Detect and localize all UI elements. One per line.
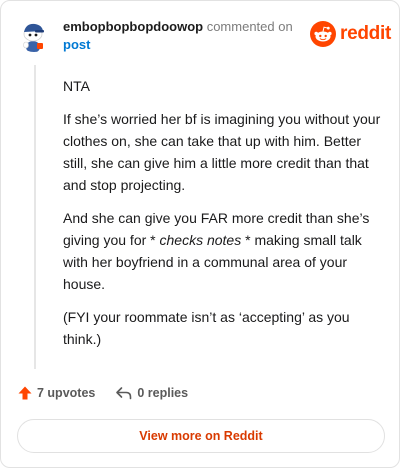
upvote-arrow-icon	[18, 386, 32, 400]
username[interactable]: embopbopbopdoowop	[63, 19, 203, 34]
reddit-logo[interactable]: reddit	[310, 21, 391, 47]
view-more-button[interactable]: View more on Reddit	[17, 419, 385, 453]
comment-body: NTA If she’s worried her bf is imagining…	[63, 75, 383, 361]
embedded-comment-card: embopbopbopdoowop commented on post redd…	[0, 0, 400, 468]
upvote-count: 7 upvotes	[37, 386, 96, 400]
comment-actions: 7 upvotes 0 replies	[17, 385, 188, 401]
reply-count: 0 replies	[137, 386, 189, 400]
reddit-logo-icon	[310, 21, 336, 47]
upvote-button[interactable]: 7 upvotes	[17, 385, 95, 401]
commented-on-label: commented on	[206, 19, 293, 34]
comment-paragraph: NTA	[63, 78, 90, 94]
snoo-avatar-icon	[17, 18, 51, 52]
comment-paragraph: (FYI your roommate isn’t as ‘accepting’ …	[63, 309, 350, 347]
replies-button[interactable]: 0 replies	[115, 385, 188, 401]
reddit-wordmark: reddit	[340, 23, 391, 44]
comment-paragraph: If she’s worried her bf is imagining you…	[63, 111, 381, 193]
post-link[interactable]: post	[63, 37, 90, 52]
comment-header: embopbopbopdoowop commented on post	[63, 18, 293, 54]
avatar[interactable]	[17, 18, 51, 52]
comment-paragraph: And she can give you FAR more credit tha…	[63, 207, 383, 295]
thread-line	[34, 65, 36, 369]
emphasis-text: checks notes	[159, 232, 242, 248]
reply-arrow-icon	[116, 387, 132, 400]
